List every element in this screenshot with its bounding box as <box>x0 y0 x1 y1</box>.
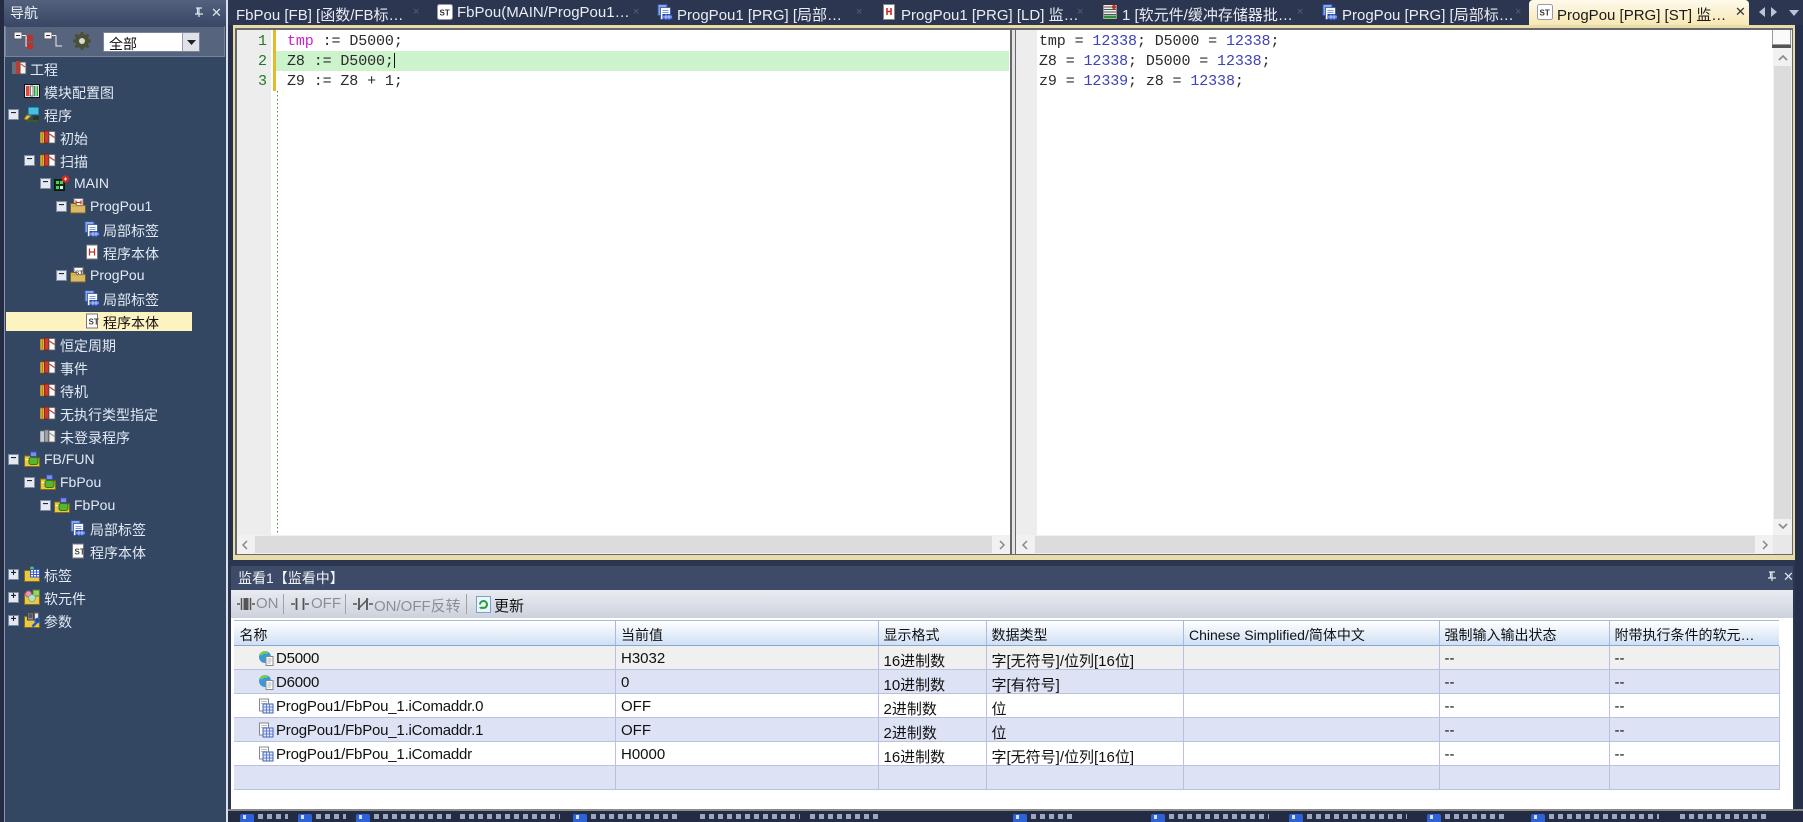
svg-text:ST: ST <box>89 318 99 327</box>
svg-text:ST: ST <box>440 9 450 18</box>
svg-text:ST: ST <box>75 548 85 557</box>
svg-text:ST: ST <box>1540 9 1550 18</box>
